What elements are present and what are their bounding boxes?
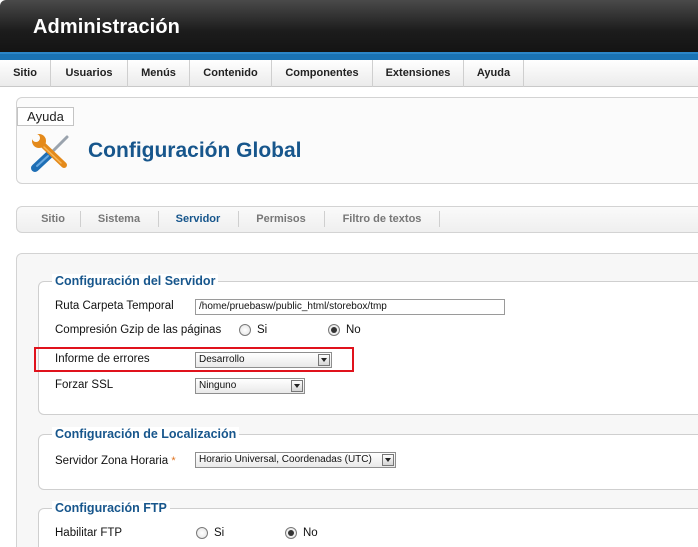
temp-path-label: Ruta Carpeta Temporal <box>55 300 174 312</box>
chevron-down-icon <box>318 354 330 366</box>
force-ssl-select[interactable]: Ninguno <box>195 378 305 394</box>
ftp-yes-radio[interactable] <box>196 527 208 539</box>
gzip-no-radio[interactable] <box>328 324 340 336</box>
wrench-screwdriver-icon <box>31 134 69 172</box>
ftp-no-radio[interactable] <box>285 527 297 539</box>
ftp-no-label: No <box>303 527 318 539</box>
help-button[interactable]: Ayuda <box>17 107 74 126</box>
enable-ftp-label: Habilitar FTP <box>55 527 123 539</box>
menu-item-usuarios[interactable]: Usuarios <box>51 60 128 87</box>
tab-sitio[interactable]: Sitio <box>30 206 76 233</box>
locale-settings-legend: Configuración de Localización <box>52 427 240 441</box>
menu-item-contenido[interactable]: Contenido <box>190 60 272 87</box>
tab-filtro-textos[interactable]: Filtro de textos <box>331 206 433 233</box>
timezone-label: Servidor Zona Horaria * <box>55 455 176 467</box>
timezone-select[interactable]: Horario Universal, Coordenadas (UTC) <box>195 452 396 468</box>
gzip-yes-label: Si <box>257 324 268 336</box>
tab-divider <box>238 211 239 227</box>
chevron-down-icon <box>291 380 303 392</box>
temp-path-input[interactable]: /home/pruebasw/public_html/storebox/tmp <box>195 299 505 315</box>
timezone-label-text: Servidor Zona Horaria <box>55 455 169 467</box>
tab-divider <box>324 211 325 227</box>
error-report-select[interactable]: Desarrollo <box>195 352 332 368</box>
menu-item-menus[interactable]: Menús <box>128 60 190 87</box>
main-menu: Sitio Usuarios Menús Contenido Component… <box>0 60 698 87</box>
error-report-label: Informe de errores <box>55 353 150 365</box>
page-title: Configuración Global <box>88 139 302 162</box>
tab-permisos[interactable]: Permisos <box>244 206 318 233</box>
force-ssl-value: Ninguno <box>199 380 237 391</box>
menu-item-componentes[interactable]: Componentes <box>272 60 373 87</box>
admin-header: Administración <box>0 0 698 52</box>
gzip-label: Compresión Gzip de las páginas <box>55 324 222 336</box>
gzip-yes-radio[interactable] <box>239 324 251 336</box>
force-ssl-label: Forzar SSL <box>55 379 114 391</box>
menu-item-sitio[interactable]: Sitio <box>0 60 51 87</box>
required-mark: * <box>171 455 176 467</box>
tab-servidor[interactable]: Servidor <box>164 206 232 233</box>
tab-sistema[interactable]: Sistema <box>86 206 152 233</box>
header-accent-strip <box>0 52 698 60</box>
admin-title: Administración <box>33 16 180 38</box>
tab-divider <box>158 211 159 227</box>
error-report-value: Desarrollo <box>199 354 245 365</box>
menu-item-ayuda[interactable]: Ayuda <box>464 60 524 87</box>
ftp-yes-label: Si <box>214 527 225 539</box>
tab-divider <box>80 211 81 227</box>
menu-item-extensiones[interactable]: Extensiones <box>373 60 464 87</box>
gzip-no-label: No <box>346 324 361 336</box>
tab-divider <box>439 211 440 227</box>
ftp-settings-legend: Configuración FTP <box>52 501 170 515</box>
chevron-down-icon <box>382 454 394 466</box>
timezone-value: Horario Universal, Coordenadas (UTC) <box>199 454 372 465</box>
server-settings-legend: Configuración del Servidor <box>52 274 219 288</box>
